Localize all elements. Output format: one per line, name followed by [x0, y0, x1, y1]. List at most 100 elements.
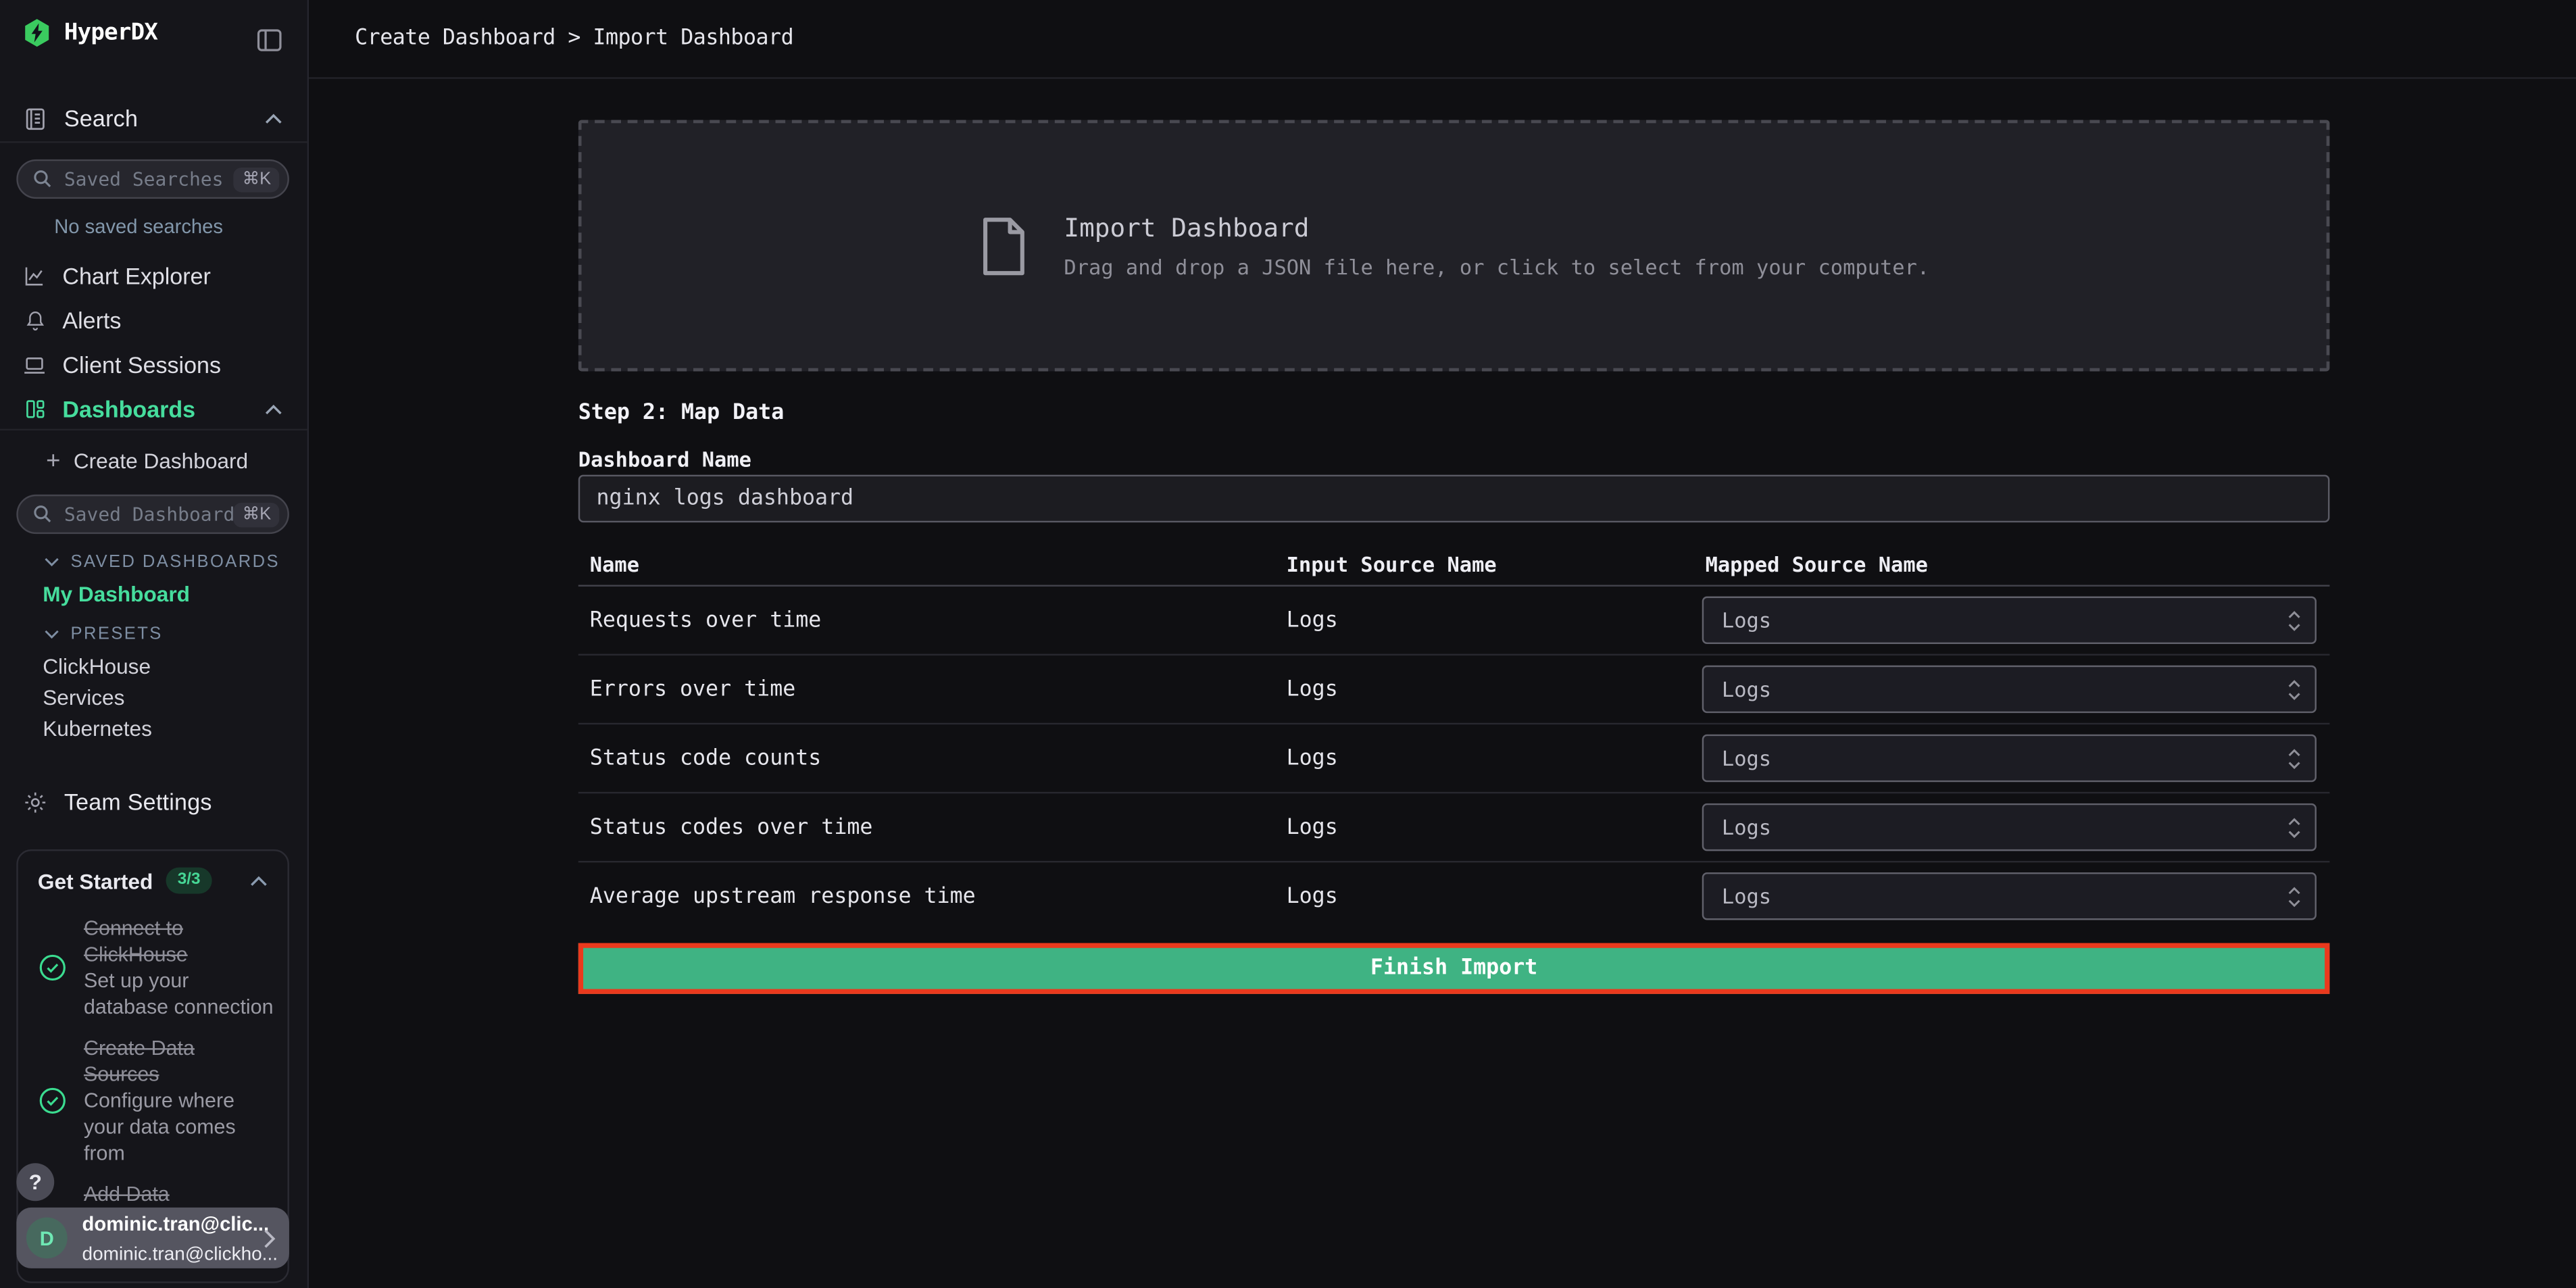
sidebar-collapse-icon[interactable] — [256, 28, 282, 52]
mapped-source-select[interactable]: Logs — [1702, 597, 2317, 645]
step-title: Step 2: Map Data — [578, 401, 784, 425]
table-row: Errors over time Logs Logs — [578, 655, 2330, 724]
topbar: Create Dashboard > Import Dashboard — [309, 0, 2576, 79]
chevron-down-icon — [45, 629, 59, 639]
check-circle-icon — [39, 1087, 66, 1114]
row-input-source: Logs — [1287, 746, 1338, 770]
select-chevrons-icon — [2287, 816, 2302, 839]
task-create-data-sources[interactable]: Create Data Sources Configure where your… — [18, 1035, 288, 1166]
row-input-source: Logs — [1287, 608, 1338, 633]
user-email: dominic.tran@clickho... — [82, 1245, 278, 1264]
sidebar-item-my-dashboard[interactable]: My Dashboard — [43, 582, 190, 606]
task-title: Create Data Sources — [84, 1037, 195, 1086]
saved-dashboards-group[interactable]: SAVED DASHBOARDS — [45, 552, 280, 572]
sidebar-item-kubernetes[interactable]: Kubernetes — [43, 716, 152, 741]
sidebar-item-chart-explorer[interactable]: Chart Explorer — [0, 256, 307, 295]
laptop-icon — [23, 354, 46, 376]
sidebar-item-dashboards[interactable]: Dashboards — [0, 389, 307, 428]
divider — [0, 141, 307, 143]
table-row: Status codes over time Logs Logs — [578, 793, 2330, 862]
row-input-source: Logs — [1287, 677, 1338, 701]
search-icon — [33, 169, 53, 189]
row-name: Status codes over time — [590, 815, 873, 839]
select-chevrons-icon — [2287, 885, 2302, 908]
presets-group[interactable]: PRESETS — [45, 624, 163, 644]
app-window: HyperDX Search Saved Searche — [0, 0, 2576, 1288]
user-menu[interactable]: D dominic.tran@clic... dominic.tran@clic… — [16, 1208, 289, 1268]
select-chevrons-icon — [2287, 747, 2302, 770]
search-icon — [33, 504, 53, 524]
get-started-title: Get Started — [38, 868, 153, 893]
row-input-source: Logs — [1287, 885, 1338, 909]
avatar: D — [26, 1218, 68, 1259]
column-header-name: Name — [590, 552, 639, 576]
check-circle-icon — [39, 955, 66, 981]
mapping-table: Requests over time Logs Logs Errors over… — [578, 587, 2330, 932]
chevron-right-icon — [263, 1228, 276, 1247]
selected-option: Logs — [1722, 677, 1771, 701]
sidebar-item-clickhouse[interactable]: ClickHouse — [43, 654, 151, 678]
sidebar-item-client-sessions[interactable]: Client Sessions — [0, 345, 307, 385]
json-dropzone[interactable]: Import Dashboard Drag and drop a JSON fi… — [578, 120, 2330, 371]
shortcut-badge: ⌘K — [234, 167, 279, 191]
dropzone-title: Import Dashboard — [1064, 213, 1929, 243]
saved-searches-search[interactable]: Saved Searches ⌘K — [16, 159, 289, 199]
sidebar-item-alerts[interactable]: Alerts — [0, 301, 307, 340]
row-name: Status code counts — [590, 746, 822, 770]
import-dashboard-page: Import Dashboard Drag and drop a JSON fi… — [309, 79, 2576, 1288]
table-row: Average upstream response time Logs Logs — [578, 862, 2330, 931]
task-subtitle: Set up your database connection — [84, 969, 273, 1018]
sidebar: HyperDX Search Saved Searche — [0, 0, 309, 1288]
help-button[interactable]: ? — [16, 1163, 54, 1201]
user-name: dominic.tran@clic... — [82, 1212, 270, 1235]
row-name: Requests over time — [590, 608, 822, 633]
task-connect-clickhouse[interactable]: Connect to ClickHouse Set up your databa… — [18, 915, 288, 1020]
search-section-label: Search — [64, 105, 138, 132]
mapped-source-select[interactable]: Logs — [1702, 735, 2317, 783]
selected-option: Logs — [1722, 884, 1771, 908]
column-header-mapped-source: Mapped Source Name — [1706, 552, 1928, 576]
finish-import-button[interactable]: Finish Import — [578, 943, 2330, 994]
saved-searches-placeholder: Saved Searches — [64, 168, 234, 191]
search-section-icon — [23, 106, 47, 130]
dashboard-name-label: Dashboard Name — [578, 447, 751, 471]
app-logo[interactable]: HyperDX — [23, 18, 157, 48]
dropzone-subtitle: Drag and drop a JSON file here, or click… — [1064, 254, 1929, 278]
selected-option: Logs — [1722, 815, 1771, 839]
no-saved-searches-note: No saved searches — [54, 215, 223, 238]
chart-icon — [23, 264, 46, 287]
select-chevrons-icon — [2287, 609, 2302, 632]
table-row: Requests over time Logs Logs — [578, 587, 2330, 655]
sidebar-item-team-settings[interactable]: Team Settings — [0, 781, 307, 823]
dashboard-grid-icon — [23, 397, 46, 420]
progress-badge: 3/3 — [166, 868, 212, 894]
chevron-up-icon[interactable] — [250, 875, 268, 887]
mapped-source-select[interactable]: Logs — [1702, 872, 2317, 920]
main-area: Create Dashboard > Import Dashboard Impo… — [309, 0, 2576, 1288]
sidebar-section-search[interactable]: Search — [0, 97, 307, 139]
task-title: Add Data — [84, 1183, 170, 1206]
shortcut-badge: ⌘K — [234, 502, 279, 526]
divider — [0, 429, 307, 430]
sidebar-item-services[interactable]: Services — [43, 685, 124, 710]
file-icon — [979, 213, 1028, 278]
hyperdx-logo-icon — [23, 18, 51, 48]
chevron-up-icon — [264, 403, 282, 415]
saved-dashboards-search[interactable]: Saved Dashboards ⌘K — [16, 495, 289, 534]
dashboard-name-input[interactable] — [578, 475, 2330, 523]
bell-icon — [23, 309, 46, 332]
mapped-source-select[interactable]: Logs — [1702, 803, 2317, 851]
select-chevrons-icon — [2287, 678, 2302, 701]
row-name: Errors over time — [590, 677, 795, 701]
mapped-source-select[interactable]: Logs — [1702, 666, 2317, 714]
selected-option: Logs — [1722, 746, 1771, 770]
breadcrumb: Create Dashboard > Import Dashboard — [355, 26, 793, 51]
create-dashboard-button[interactable]: + Create Dashboard — [46, 449, 248, 473]
row-input-source: Logs — [1287, 815, 1338, 839]
selected-option: Logs — [1722, 608, 1771, 633]
column-header-input-source: Input Source Name — [1287, 552, 1497, 576]
chevron-down-icon — [45, 557, 59, 567]
task-title: Connect to ClickHouse — [84, 917, 188, 966]
row-name: Average upstream response time — [590, 885, 976, 909]
table-row: Status code counts Logs Logs — [578, 724, 2330, 793]
